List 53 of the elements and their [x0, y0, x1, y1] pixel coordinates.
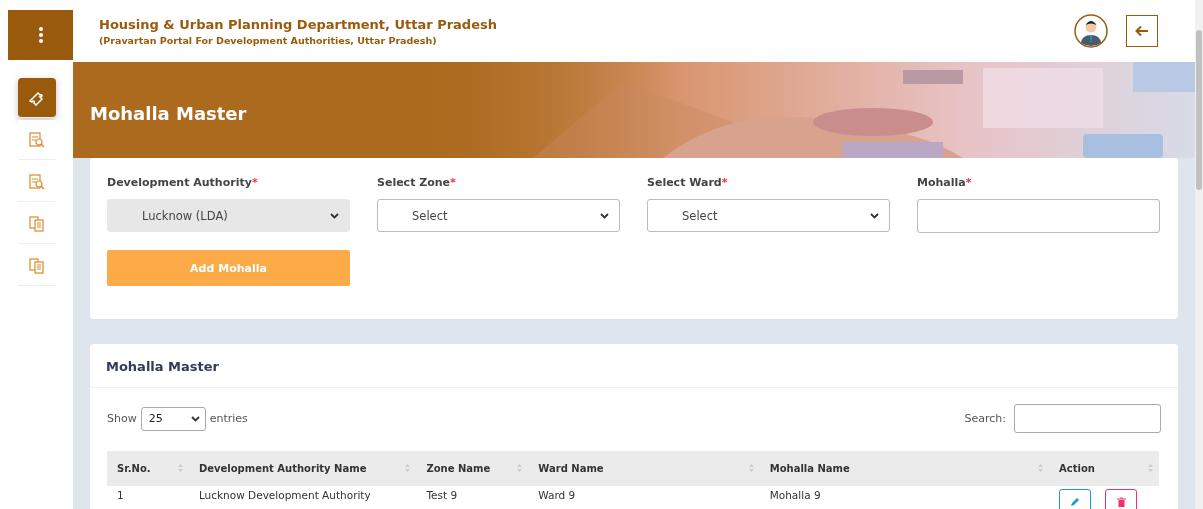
column-header[interactable]: Mohalla Name [759, 451, 1049, 486]
sort-icon [405, 463, 411, 473]
chevron-icon [870, 212, 879, 219]
header-title: Housing & Urban Planning Department, Uttar Pradesh [99, 16, 498, 32]
field-label: Development Authority* [107, 176, 259, 189]
scrollbar[interactable] [1195, 0, 1203, 509]
arrow-left-icon [1135, 25, 1149, 37]
table-cell: 1 [117, 489, 124, 501]
sort-icon [1038, 463, 1043, 473]
table-title: Mohalla Master [106, 359, 219, 374]
avatar-icon[interactable] [1074, 14, 1108, 48]
trash-icon [1116, 497, 1126, 507]
column-header[interactable]: Development Authority Name [188, 451, 417, 486]
table-cell: Test 9 [426, 489, 458, 501]
puzzle-icon [28, 89, 45, 106]
table-cell: Ward 9 [538, 489, 576, 501]
table-cell: Lucknow Development Authority [198, 489, 371, 501]
sort-icon [517, 463, 523, 473]
sidebar-item[interactable] [17, 78, 56, 118]
sort-icon [1148, 463, 1153, 473]
page-size-select[interactable]: 25 [140, 406, 206, 431]
documents-icon [27, 256, 46, 275]
column-header[interactable]: Zone Name [416, 451, 529, 486]
chevron-icon [190, 415, 200, 422]
back-button[interactable] [1126, 15, 1158, 47]
menu-icon [37, 26, 44, 44]
select-field[interactable]: Select [647, 199, 890, 232]
document-search-icon [27, 172, 46, 191]
field-label: Select Zone* [377, 176, 457, 189]
input-field[interactable] [917, 199, 1160, 233]
entries-label: entries [209, 412, 248, 425]
field-label: Select Ward* [647, 176, 729, 189]
chevron-icon [600, 212, 609, 219]
select-field[interactable]: Select [377, 199, 620, 232]
search-label: Search: [964, 412, 1006, 425]
column-header[interactable]: Ward Name [528, 451, 760, 486]
document-search-icon [27, 130, 46, 149]
delete-button[interactable] [1105, 489, 1137, 509]
field-label: Mohalla* [917, 176, 973, 189]
pencil-icon [1070, 497, 1080, 507]
show-label: Show [107, 412, 137, 425]
edit-button[interactable] [1059, 489, 1091, 509]
table-cell: Mohalla 9 [769, 489, 821, 501]
column-header[interactable]: Action [1049, 451, 1159, 486]
search-field[interactable] [1014, 404, 1161, 433]
chevron-icon [330, 212, 339, 219]
sort-icon [177, 463, 183, 473]
header-subtitle: (Pravartan Portal For Development Authorities, Uttar Pradesh) [99, 34, 438, 46]
sort-icon [748, 463, 754, 473]
documents-icon [27, 214, 46, 233]
menu-button[interactable] [8, 10, 73, 60]
page-title: Mohalla Master [90, 102, 247, 124]
column-header[interactable]: Sr.No. [107, 451, 189, 486]
